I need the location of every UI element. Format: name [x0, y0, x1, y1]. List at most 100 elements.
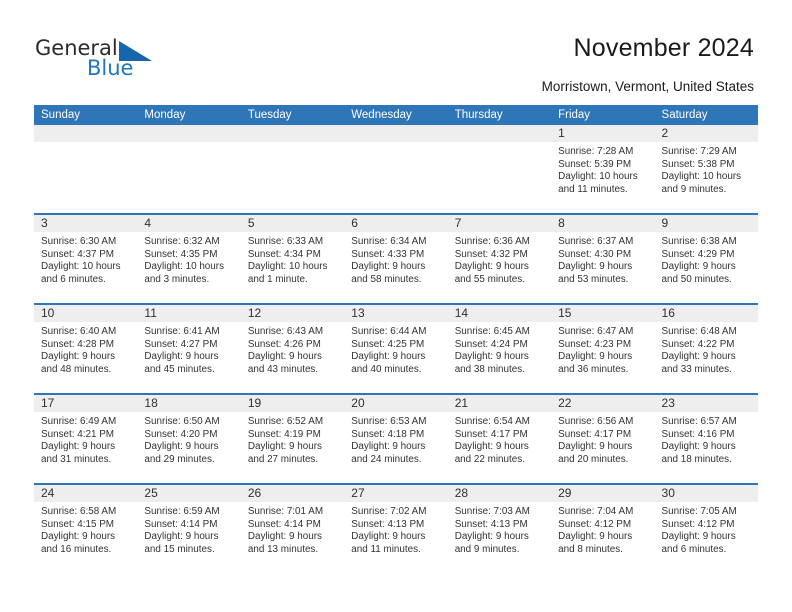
sunset-text: Sunset: 4:29 PM	[661, 248, 735, 260]
day-cell[interactable]: 24 Sunrise: 6:58 AM Sunset: 4:15 PM Dayligh…	[34, 485, 138, 573]
day-sun-info: Sunrise: 6:37 AM Sunset: 4:30 PM Daylight:…	[551, 232, 654, 286]
day-cell[interactable]: 25 Sunrise: 6:59 AM Sunset: 4:14 PM Dayligh…	[137, 485, 241, 573]
day-cell[interactable]: 11 Sunrise: 6:41 AM Sunset: 4:27 PM Dayligh…	[137, 305, 241, 393]
daylight-text: Daylight: 9 hours and 48 minutes.	[41, 351, 116, 375]
day-cell[interactable]: 10 Sunrise: 6:40 AM Sunset: 4:28 PM Dayligh…	[34, 305, 138, 393]
calendar-week-cells: 17 Sunrise: 6:49 AM Sunset: 4:21 PM Dayligh…	[34, 395, 758, 483]
day-number: 6	[344, 215, 448, 232]
day-sun-info: Sunrise: 7:29 AM Sunset: 5:38 PM Daylight:…	[655, 142, 758, 196]
day-sun-info: Sunrise: 6:38 AM Sunset: 4:29 PM Daylight:…	[655, 232, 758, 286]
sunset-text: Sunset: 4:18 PM	[351, 428, 425, 440]
day-cell[interactable]: 30 Sunrise: 7:05 AM Sunset: 4:12 PM Dayligh…	[654, 485, 758, 573]
sunset-text: Sunset: 4:19 PM	[247, 428, 321, 440]
sunrise-text: Sunrise: 6:47 AM	[558, 326, 634, 337]
day-cell[interactable]: 15 Sunrise: 6:47 AM Sunset: 4:23 PM Dayligh…	[551, 305, 655, 393]
sunrise-text: Sunrise: 6:50 AM	[144, 416, 220, 427]
day-cell[interactable]: 26 Sunrise: 7:01 AM Sunset: 4:14 PM Dayligh…	[240, 485, 345, 573]
day-sun-info: Sunrise: 6:49 AM Sunset: 4:21 PM Daylight:…	[34, 412, 137, 466]
day-cell[interactable]: 14 Sunrise: 6:45 AM Sunset: 4:24 PM Dayligh…	[447, 305, 552, 393]
day-cell[interactable]: 5 Sunrise: 6:33 AM Sunset: 4:34 PM Daylight…	[240, 215, 345, 303]
day-sun-info: Sunrise: 6:36 AM Sunset: 4:32 PM Daylight:…	[448, 232, 551, 286]
day-sun-info: Sunrise: 6:40 AM Sunset: 4:28 PM Daylight:…	[34, 322, 137, 376]
day-number: 30	[654, 485, 758, 502]
weekday-header-thursday: Thursday	[454, 109, 503, 121]
day-sun-info: Sunrise: 6:56 AM Sunset: 4:17 PM Daylight:…	[551, 412, 654, 466]
day-cell[interactable]: 28 Sunrise: 7:03 AM Sunset: 4:13 PM Dayligh…	[447, 485, 552, 573]
day-sun-info: Sunrise: 6:52 AM Sunset: 4:19 PM Daylight:…	[241, 412, 344, 466]
day-cell[interactable]: 18 Sunrise: 6:50 AM Sunset: 4:20 PM Dayligh…	[137, 395, 241, 483]
day-cell[interactable]: 2 Sunrise: 7:29 AM Sunset: 5:38 PM Daylight…	[654, 125, 758, 213]
day-cell[interactable]: 7 Sunrise: 6:36 AM Sunset: 4:32 PM Daylight…	[447, 215, 552, 303]
sunset-text: Sunset: 5:38 PM	[661, 158, 735, 170]
daylight-text: Daylight: 9 hours and 53 minutes.	[558, 261, 633, 285]
day-sun-info: Sunrise: 6:57 AM Sunset: 4:16 PM Daylight:…	[655, 412, 758, 466]
day-cell[interactable]: 29 Sunrise: 7:04 AM Sunset: 4:12 PM Dayligh…	[551, 485, 655, 573]
day-cell[interactable]: 3 Sunrise: 6:30 AM Sunset: 4:37 PM Daylight…	[34, 215, 138, 303]
sunset-text: Sunset: 4:37 PM	[41, 248, 115, 260]
sunset-text: Sunset: 4:27 PM	[144, 338, 218, 350]
day-sun-info: Sunrise: 6:48 AM Sunset: 4:22 PM Daylight:…	[655, 322, 758, 376]
daylight-text: Daylight: 10 hours and 11 minutes.	[558, 171, 638, 195]
daylight-text: Daylight: 9 hours and 58 minutes.	[351, 261, 426, 285]
day-number: 15	[551, 305, 655, 322]
day-cell[interactable]: 8 Sunrise: 6:37 AM Sunset: 4:30 PM Daylight…	[551, 215, 655, 303]
calendar-week-row: 24 Sunrise: 6:58 AM Sunset: 4:15 PM Dayligh…	[34, 483, 758, 573]
calendar-week-cells: 3 Sunrise: 6:30 AM Sunset: 4:37 PM Daylight…	[34, 215, 758, 303]
page-subtitle-location: Morristown, Vermont, United States	[541, 79, 754, 94]
day-cell[interactable]: 27 Sunrise: 7:02 AM Sunset: 4:13 PM Dayligh…	[344, 485, 448, 573]
day-cell-empty	[137, 125, 241, 213]
day-cell[interactable]: 17 Sunrise: 6:49 AM Sunset: 4:21 PM Dayligh…	[34, 395, 138, 483]
day-sun-info: Sunrise: 7:05 AM Sunset: 4:12 PM Daylight:…	[655, 502, 758, 556]
sunset-text: Sunset: 4:12 PM	[558, 518, 632, 530]
daylight-text: Daylight: 10 hours and 1 minute.	[247, 261, 328, 285]
day-cell[interactable]: 9 Sunrise: 6:38 AM Sunset: 4:29 PM Daylight…	[654, 215, 758, 303]
day-cell-empty	[240, 125, 345, 213]
daylight-text: Daylight: 9 hours and 50 minutes.	[661, 261, 736, 285]
sunrise-text: Sunrise: 6:41 AM	[144, 326, 220, 337]
day-sun-info: Sunrise: 6:47 AM Sunset: 4:23 PM Daylight:…	[551, 322, 654, 376]
sunrise-text: Sunrise: 7:02 AM	[351, 506, 427, 517]
daylight-text: Daylight: 9 hours and 24 minutes.	[351, 441, 426, 465]
sunset-text: Sunset: 4:22 PM	[661, 338, 735, 350]
sunrise-text: Sunrise: 6:44 AM	[351, 326, 427, 337]
day-sun-info: Sunrise: 6:50 AM Sunset: 4:20 PM Daylight:…	[137, 412, 240, 466]
sunset-text: Sunset: 4:17 PM	[454, 428, 528, 440]
calendar-grid: Sunday Monday Tuesday Wednesday Thursday…	[34, 105, 758, 573]
day-cell[interactable]: 6 Sunrise: 6:34 AM Sunset: 4:33 PM Daylight…	[344, 215, 448, 303]
sunrise-text: Sunrise: 6:40 AM	[41, 326, 117, 337]
day-number: 9	[654, 215, 758, 232]
sunrise-text: Sunrise: 6:56 AM	[558, 416, 634, 427]
sunrise-text: Sunrise: 6:43 AM	[247, 326, 324, 337]
day-number: 3	[34, 215, 138, 232]
daylight-text: Daylight: 9 hours and 16 minutes.	[41, 531, 116, 555]
daylight-text: Daylight: 9 hours and 29 minutes.	[144, 441, 219, 465]
day-number: 20	[344, 395, 448, 412]
calendar-week-row: 3 Sunrise: 6:30 AM Sunset: 4:37 PM Daylight…	[34, 213, 758, 303]
day-sun-info: Sunrise: 7:03 AM Sunset: 4:13 PM Daylight:…	[448, 502, 551, 556]
day-cell[interactable]: 23 Sunrise: 6:57 AM Sunset: 4:16 PM Dayligh…	[654, 395, 758, 483]
day-number: 26	[240, 485, 345, 502]
sunset-text: Sunset: 5:39 PM	[558, 158, 632, 170]
day-sun-info: Sunrise: 6:45 AM Sunset: 4:24 PM Daylight:…	[448, 322, 551, 376]
day-sun-info: Sunrise: 6:34 AM Sunset: 4:33 PM Daylight:…	[344, 232, 447, 286]
generalblue-logo[interactable]: General Blue	[35, 37, 165, 85]
day-cell[interactable]: 21 Sunrise: 6:54 AM Sunset: 4:17 PM Dayligh…	[447, 395, 552, 483]
day-cell[interactable]: 1 Sunrise: 7:28 AM Sunset: 5:39 PM Daylight…	[551, 125, 655, 213]
weekday-header-sunday: Sunday	[41, 109, 81, 121]
day-cell[interactable]: 13 Sunrise: 6:44 AM Sunset: 4:25 PM Dayligh…	[344, 305, 448, 393]
day-cell[interactable]: 19 Sunrise: 6:52 AM Sunset: 4:19 PM Dayligh…	[240, 395, 345, 483]
logo-text-blue: Blue	[87, 56, 134, 80]
day-cell[interactable]: 22 Sunrise: 6:56 AM Sunset: 4:17 PM Dayligh…	[551, 395, 655, 483]
day-cell[interactable]: 12 Sunrise: 6:43 AM Sunset: 4:26 PM Dayligh…	[240, 305, 345, 393]
day-number	[34, 125, 138, 142]
sunrise-text: Sunrise: 7:28 AM	[558, 146, 634, 157]
day-sun-info: Sunrise: 6:59 AM Sunset: 4:14 PM Daylight:…	[137, 502, 240, 556]
sunrise-text: Sunrise: 7:01 AM	[247, 506, 324, 517]
day-cell[interactable]: 4 Sunrise: 6:32 AM Sunset: 4:35 PM Daylight…	[137, 215, 241, 303]
day-cell[interactable]: 20 Sunrise: 6:53 AM Sunset: 4:18 PM Dayligh…	[344, 395, 448, 483]
day-number: 19	[240, 395, 345, 412]
day-number	[240, 125, 345, 142]
sunrise-text: Sunrise: 7:29 AM	[661, 146, 737, 157]
day-cell[interactable]: 16 Sunrise: 6:48 AM Sunset: 4:22 PM Dayligh…	[654, 305, 758, 393]
daylight-text: Daylight: 10 hours and 6 minutes.	[41, 261, 121, 285]
